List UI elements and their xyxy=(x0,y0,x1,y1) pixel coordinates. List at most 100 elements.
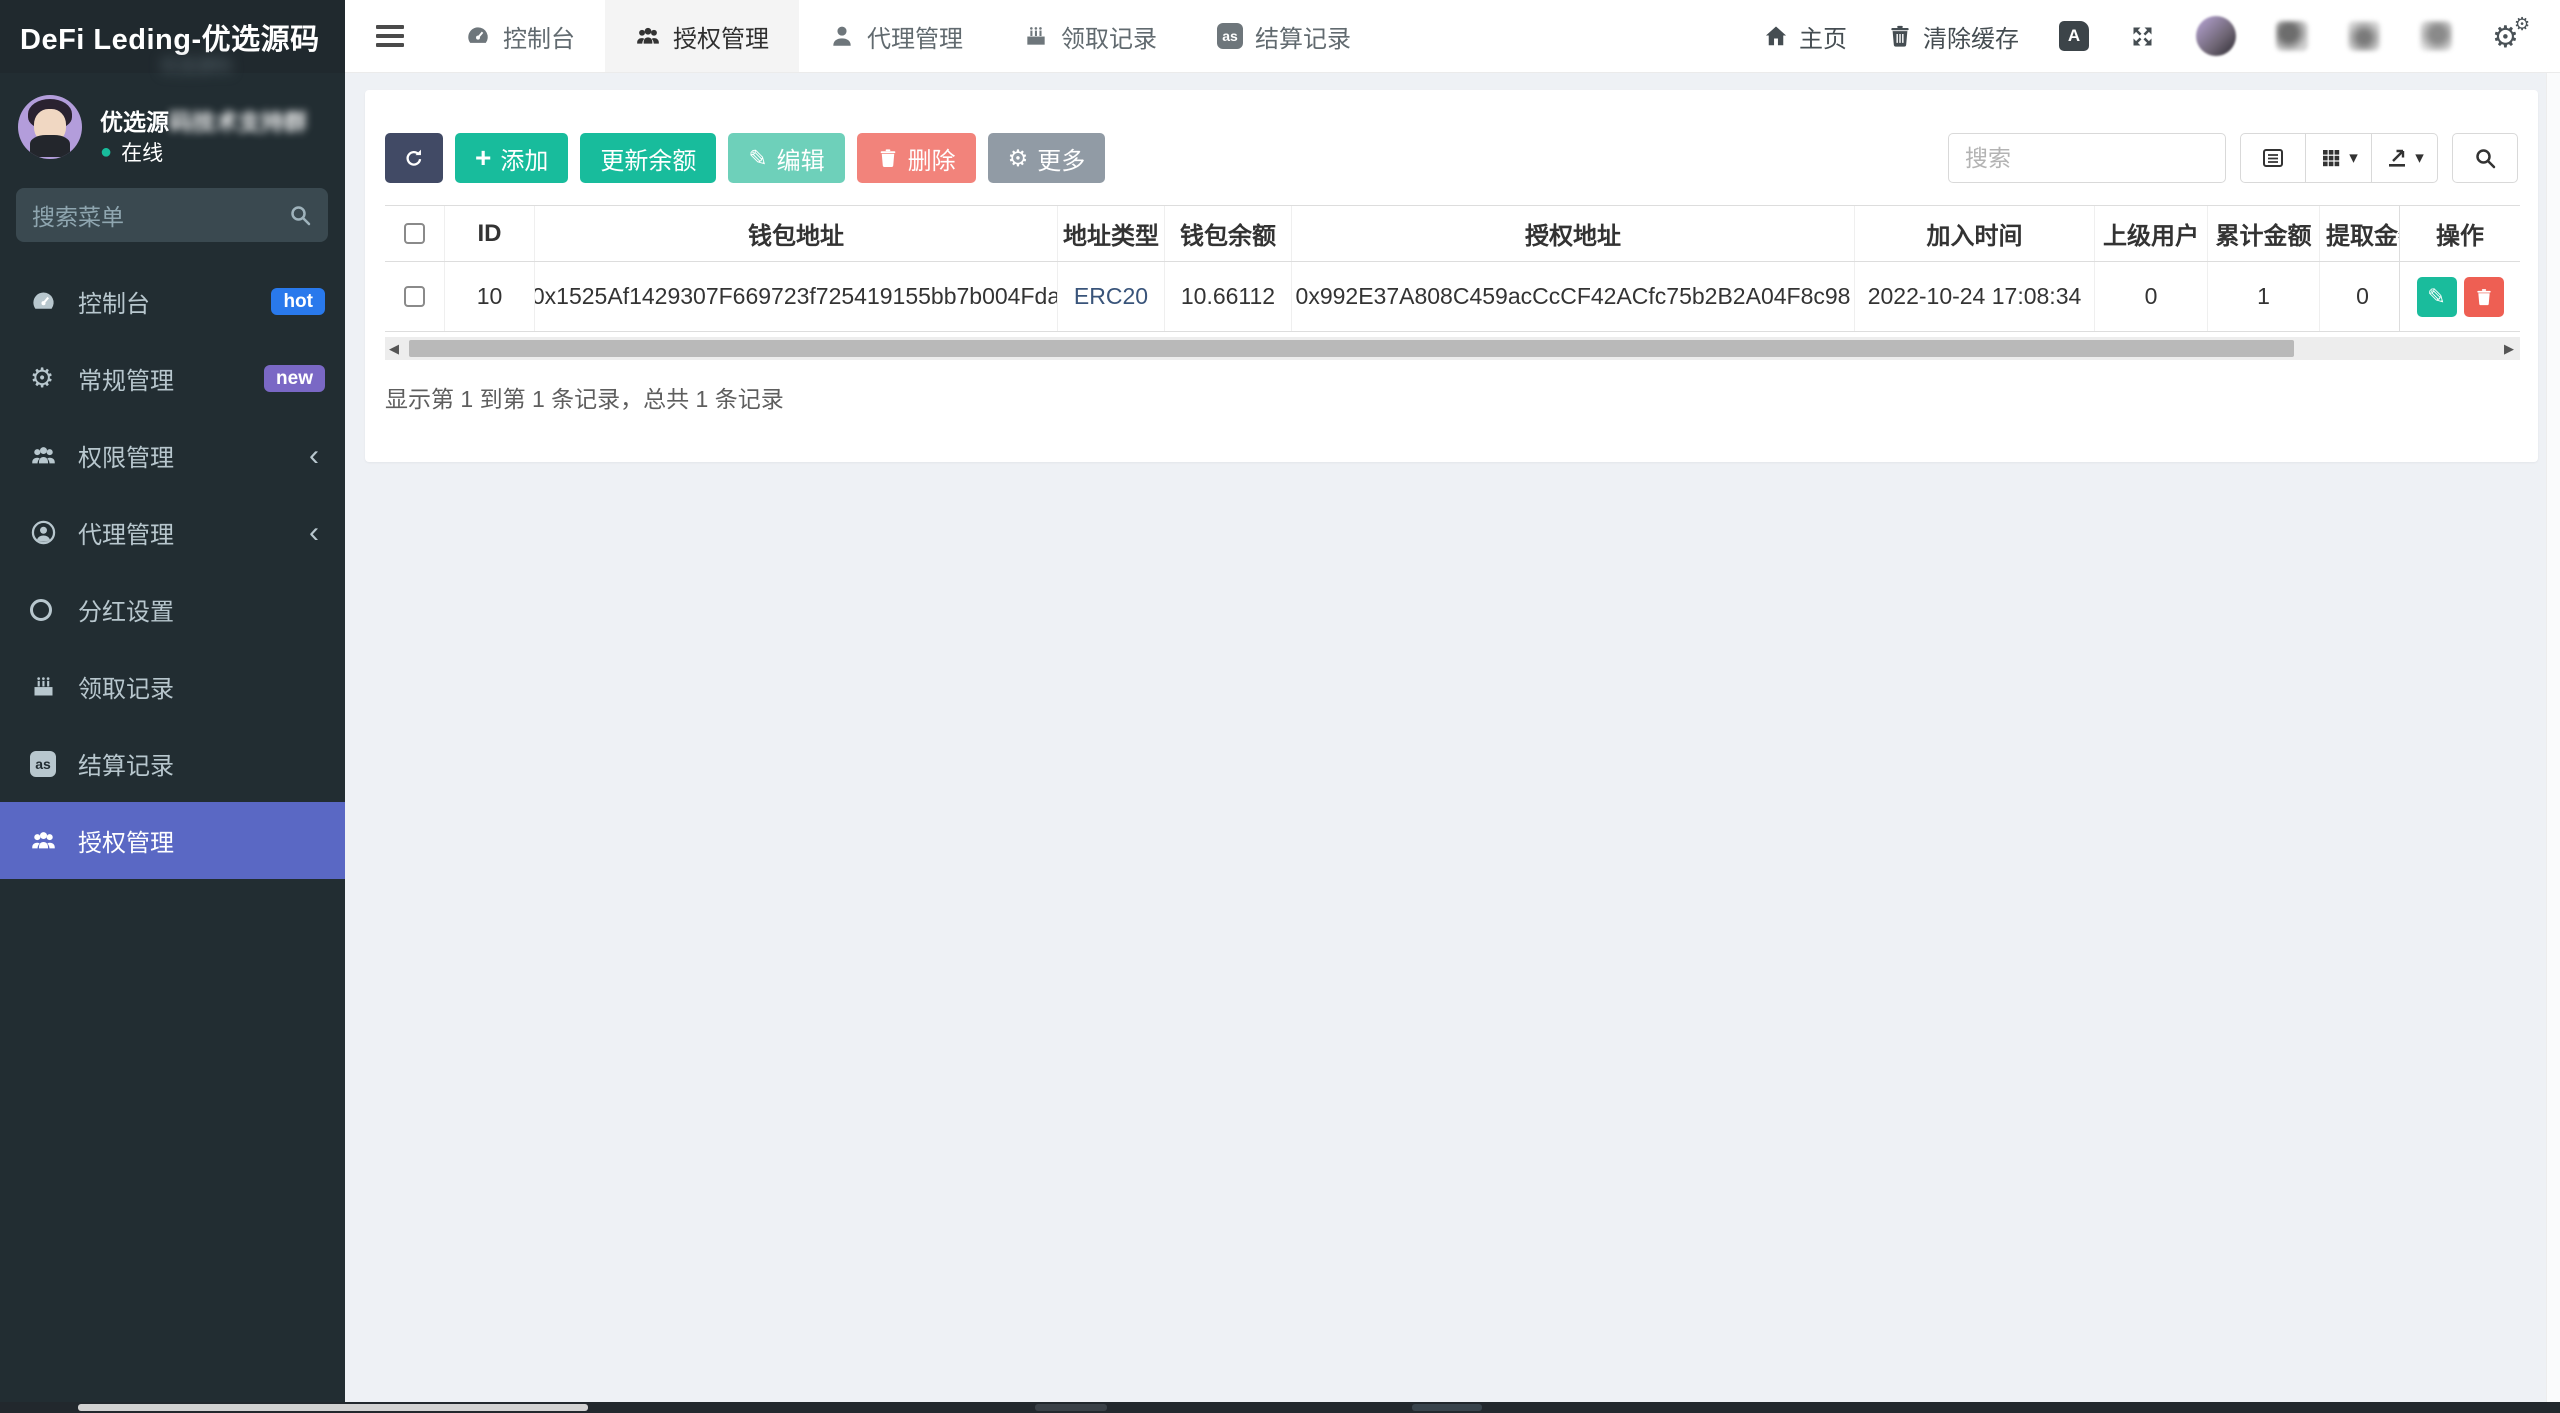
col-total-amount: 累计金额 xyxy=(2208,206,2320,261)
row-wallet-balance: 10.66112 xyxy=(1165,262,1292,331)
sidebar-item-permissions[interactable]: 权限管理 ‹ xyxy=(0,417,345,494)
row-delete-button[interactable] xyxy=(2464,277,2504,317)
row-checkbox[interactable] xyxy=(404,286,425,307)
sidebar-menu: 控制台 hot ⚙ 常规管理 new 权限管理 ‹ 代理管理 ‹ 分红设置 xyxy=(0,263,345,879)
fullscreen-button[interactable] xyxy=(2129,23,2156,50)
home-link[interactable]: 主页 xyxy=(1763,19,1847,54)
row-join-time: 2022-10-24 17:08:34 xyxy=(1855,262,2095,331)
col-parent-user: 上级用户 xyxy=(2095,206,2208,261)
circle-icon xyxy=(30,599,72,621)
sidebar: DeFi Leding-优选源码 优选源码 优选源码技术支持群 ● 在线 搜索菜… xyxy=(0,0,345,1402)
table-horizontal-scrollbar[interactable]: ◀ ▶ xyxy=(385,337,2520,360)
blurred-icon-1[interactable] xyxy=(2276,21,2308,51)
blurred-icon-2[interactable] xyxy=(2348,21,2380,51)
tab-settlements[interactable]: as 结算记录 xyxy=(1187,0,1381,72)
update-balance-button[interactable]: 更新余额 xyxy=(580,133,716,183)
caret-down-icon: ▾ xyxy=(2349,148,2358,168)
users-icon xyxy=(30,442,72,469)
trash-icon xyxy=(877,147,899,169)
avatar[interactable] xyxy=(18,95,82,159)
col-operations: 操作 xyxy=(2400,205,2520,262)
expand-icon xyxy=(2129,23,2156,50)
sidebar-item-general[interactable]: ⚙ 常规管理 new xyxy=(0,340,345,417)
row-select-cell xyxy=(385,262,445,331)
table-header-row: ID 钱包地址 地址类型 钱包余额 授权地址 加入时间 上级用户 累计金额 提取… xyxy=(385,205,2520,262)
table-row[interactable]: 10 0x1525Af1429307F669723f725419155bb7b0… xyxy=(385,262,2520,332)
delete-button[interactable]: 删除 xyxy=(857,133,976,183)
new-badge: new xyxy=(264,365,325,392)
row-parent-user: 0 xyxy=(2095,262,2208,331)
col-id: ID xyxy=(445,206,535,261)
refresh-icon xyxy=(403,147,425,169)
refresh-button[interactable] xyxy=(385,133,443,183)
scroll-right-arrow-icon[interactable]: ▶ xyxy=(2500,337,2518,360)
row-address-type: ERC20 xyxy=(1058,262,1165,331)
view-button-group: ▾ ▾ xyxy=(2240,133,2438,183)
scroll-left-arrow-icon[interactable]: ◀ xyxy=(385,337,403,360)
more-button[interactable]: ⚙ 更多 xyxy=(988,133,1106,183)
username-blurred: 码技术支持群 xyxy=(169,109,307,135)
operations-column: 操作 ✎ xyxy=(2399,205,2520,332)
detail-view-button[interactable] xyxy=(2240,133,2306,183)
topbar-avatar[interactable] xyxy=(2196,16,2236,56)
bottom-scrollbar[interactable] xyxy=(0,1402,2560,1413)
users-icon xyxy=(635,23,661,49)
bottom-bar-segment xyxy=(1035,1404,1107,1411)
sidebar-item-settlements[interactable]: as 结算记录 xyxy=(0,725,345,802)
topbar-right: 主页 清除缓存 A ⚙ ⚙ xyxy=(1763,0,2560,72)
user-circle-icon xyxy=(30,519,72,546)
user-panel: 优选源码技术支持群 ● 在线 xyxy=(0,95,345,180)
online-label: 在线 xyxy=(121,137,163,167)
col-withdraw-amount: 提取金额 xyxy=(2320,206,2399,261)
add-button[interactable]: + 添加 xyxy=(455,133,568,183)
search-icon xyxy=(288,203,312,227)
vertical-scrollbar-track[interactable] xyxy=(2546,73,2560,1402)
col-auth-address: 授权地址 xyxy=(1292,206,1855,261)
grid-icon xyxy=(2319,146,2343,170)
content-panel: + 添加 更新余额 ✎ 编辑 删除 ⚙ 更多 xyxy=(365,90,2538,462)
edit-button[interactable]: ✎ 编辑 xyxy=(728,133,844,183)
logo-watermark: 优选源码 xyxy=(160,52,310,74)
scrollbar-thumb[interactable] xyxy=(409,340,2294,357)
select-all-cell xyxy=(385,206,445,261)
user-status: ● 在线 xyxy=(100,137,163,167)
export-button[interactable]: ▾ xyxy=(2372,133,2438,183)
tab-authorizations[interactable]: 授权管理 xyxy=(605,0,799,72)
settings-button[interactable]: ⚙ ⚙ xyxy=(2492,18,2532,54)
sidebar-item-authorizations[interactable]: 授权管理 xyxy=(0,802,345,879)
col-wallet-balance: 钱包余额 xyxy=(1165,206,1292,261)
search-icon xyxy=(2473,146,2497,170)
sidebar-item-claims[interactable]: 领取记录 xyxy=(0,648,345,725)
table-search-input[interactable] xyxy=(1948,133,2226,183)
tab-agents[interactable]: 代理管理 xyxy=(799,0,993,72)
screen: DeFi Leding-优选源码 优选源码 优选源码技术支持群 ● 在线 搜索菜… xyxy=(0,0,2560,1413)
clear-cache-button[interactable]: 清除缓存 xyxy=(1887,19,2019,54)
online-dot-icon: ● xyxy=(100,141,112,164)
tab-dashboard[interactable]: 控制台 xyxy=(435,0,605,72)
plus-icon: + xyxy=(475,144,491,172)
columns-button[interactable]: ▾ xyxy=(2306,133,2372,183)
tab-claims[interactable]: 领取记录 xyxy=(993,0,1187,72)
data-table: ID 钱包地址 地址类型 钱包余额 授权地址 加入时间 上级用户 累计金额 提取… xyxy=(385,205,2520,332)
menu-search-input[interactable]: 搜索菜单 xyxy=(16,188,328,242)
bottom-bar-segment xyxy=(1412,1404,1482,1411)
language-button[interactable]: A xyxy=(2059,21,2089,51)
row-id: 10 xyxy=(445,262,535,331)
chevron-left-icon: ‹ xyxy=(309,441,319,471)
bottom-scrollbar-thumb[interactable] xyxy=(78,1404,588,1411)
sidebar-toggle-button[interactable] xyxy=(345,0,435,72)
sidebar-item-dashboard[interactable]: 控制台 hot xyxy=(0,263,345,340)
search-toggle-button[interactable] xyxy=(2452,133,2518,183)
avatar-scarf xyxy=(30,135,70,157)
home-icon xyxy=(1763,23,1789,49)
blurred-icon-3[interactable] xyxy=(2420,21,2452,51)
user-icon xyxy=(829,23,855,49)
trash-icon xyxy=(2474,287,2494,307)
export-icon xyxy=(2385,146,2409,170)
users-icon xyxy=(30,827,72,854)
sidebar-item-agents[interactable]: 代理管理 ‹ xyxy=(0,494,345,571)
sidebar-item-dividends[interactable]: 分红设置 xyxy=(0,571,345,648)
row-edit-button[interactable]: ✎ xyxy=(2417,277,2457,317)
pencil-icon: ✎ xyxy=(2427,284,2445,310)
select-all-checkbox[interactable] xyxy=(404,223,425,244)
